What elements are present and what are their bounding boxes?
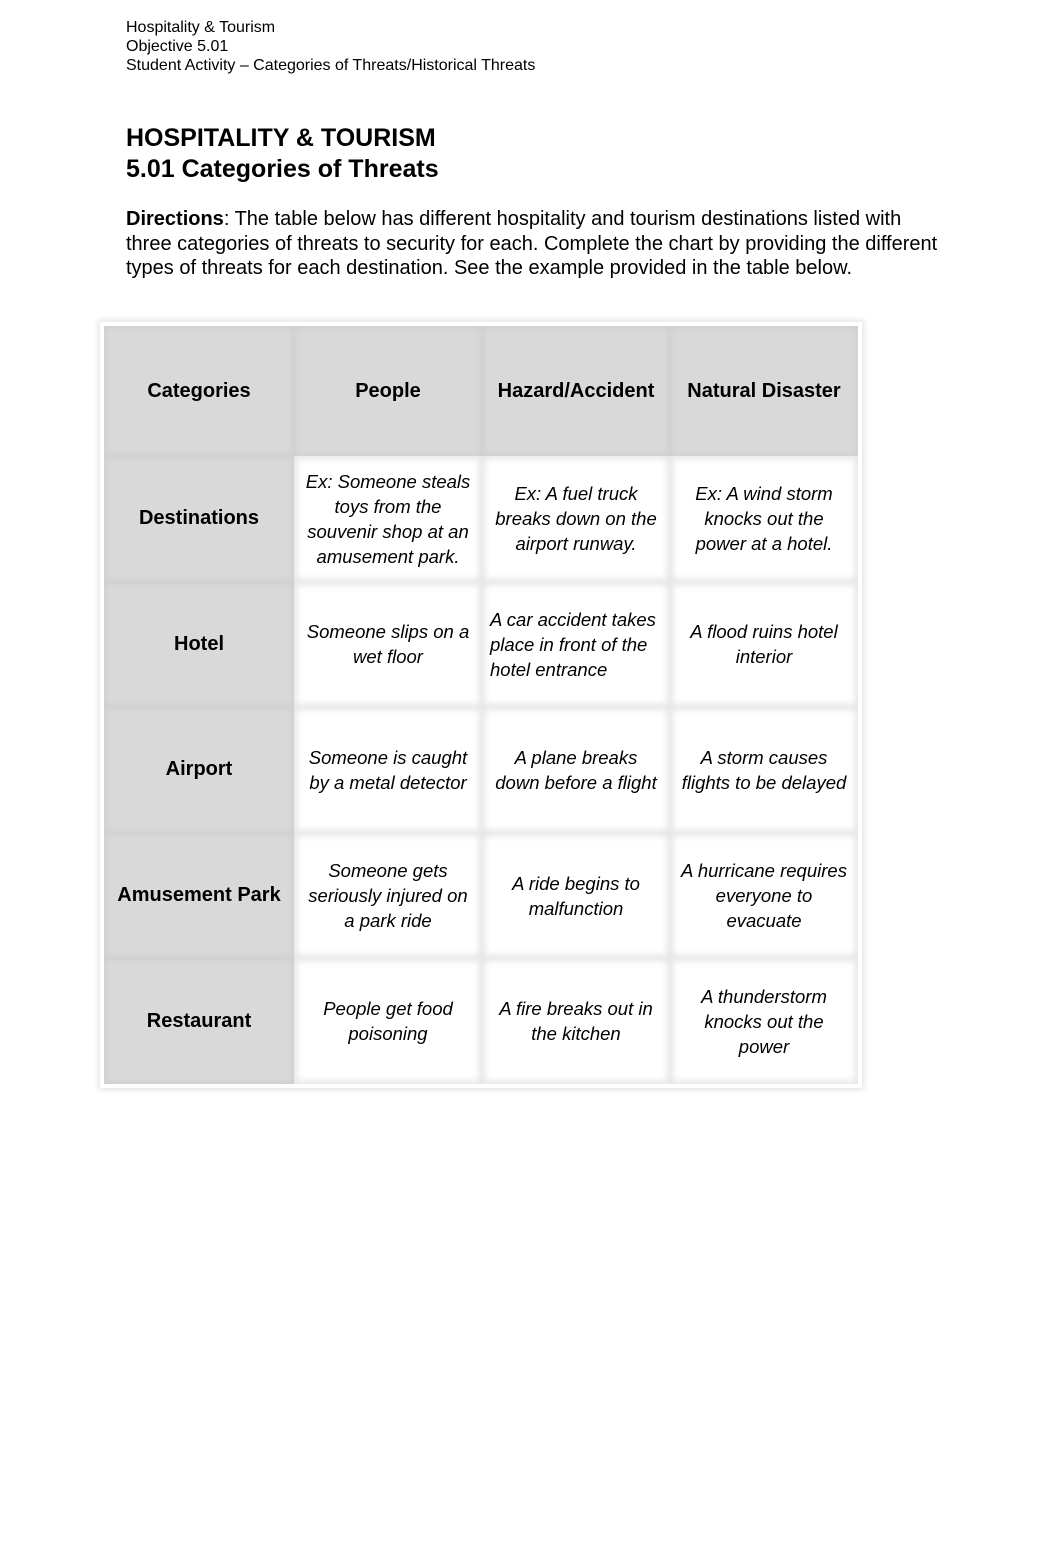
cell-natural[interactable]: A hurricane requires everyone to evacuat…: [670, 832, 858, 959]
directions-text: : The table below has different hospital…: [126, 208, 938, 279]
cell-natural[interactable]: Ex: A wind storm knocks out the power at…: [670, 456, 858, 582]
cell-natural[interactable]: A thunderstorm knocks out the power: [670, 958, 858, 1084]
document-title: HOSPITALITY & TOURISM 5.01 Categories of…: [126, 123, 439, 185]
title-sub: 5.01 Categories of Threats: [126, 155, 439, 183]
table-row: Amusement Park Someone gets seriously in…: [104, 832, 858, 959]
threats-table: Categories People Hazard/Accident Natura…: [104, 326, 858, 1084]
directions-paragraph: Directions: The table below has differen…: [126, 207, 946, 281]
header-course: Hospitality & Tourism: [126, 19, 276, 36]
row-category: Restaurant: [104, 958, 294, 1084]
threats-table-container: Categories People Hazard/Accident Natura…: [104, 326, 858, 1084]
directions-label: Directions: [126, 208, 224, 230]
header-categories: Categories: [104, 326, 294, 456]
row-category: Airport: [104, 707, 294, 833]
table-row: Restaurant People get food poisoning A f…: [104, 958, 858, 1084]
cell-hazard[interactable]: A plane breaks down before a flight: [482, 707, 670, 833]
header-activity: Student Activity – Categories of Threats…: [126, 57, 536, 74]
cell-hazard[interactable]: Ex: A fuel truck breaks down on the airp…: [482, 456, 670, 582]
cell-people[interactable]: People get food poisoning: [294, 958, 482, 1084]
table-row: Airport Someone is caught by a metal det…: [104, 707, 858, 833]
table-row: Destinations Ex: Someone steals toys fro…: [104, 456, 858, 582]
header-hazard-accident: Hazard/Accident: [482, 326, 670, 456]
row-category: Destinations: [104, 456, 294, 582]
header-people: People: [294, 326, 482, 456]
row-category: Amusement Park: [104, 832, 294, 959]
table-row: Hotel Someone slips on a wet floor A car…: [104, 581, 858, 708]
cell-people[interactable]: Ex: Someone steals toys from the souveni…: [294, 456, 482, 582]
cell-natural[interactable]: A flood ruins hotel interior: [670, 581, 858, 708]
cell-people[interactable]: Someone is caught by a metal detector: [294, 707, 482, 833]
cell-hazard[interactable]: A car accident takes place in front of t…: [482, 581, 670, 708]
table-header-row: Categories People Hazard/Accident Natura…: [104, 326, 858, 456]
header-natural-disaster: Natural Disaster: [670, 326, 858, 456]
row-category: Hotel: [104, 581, 294, 708]
cell-hazard[interactable]: A ride begins to malfunction: [482, 832, 670, 959]
cell-natural[interactable]: A storm causes flights to be delayed: [670, 707, 858, 833]
title-main: HOSPITALITY & TOURISM: [126, 124, 436, 152]
cell-people[interactable]: Someone slips on a wet floor: [294, 581, 482, 708]
cell-people[interactable]: Someone gets seriously injured on a park…: [294, 832, 482, 959]
page-header: Hospitality & Tourism Objective 5.01 Stu…: [126, 18, 535, 75]
cell-hazard[interactable]: A fire breaks out in the kitchen: [482, 958, 670, 1084]
header-objective: Objective 5.01: [126, 38, 229, 55]
